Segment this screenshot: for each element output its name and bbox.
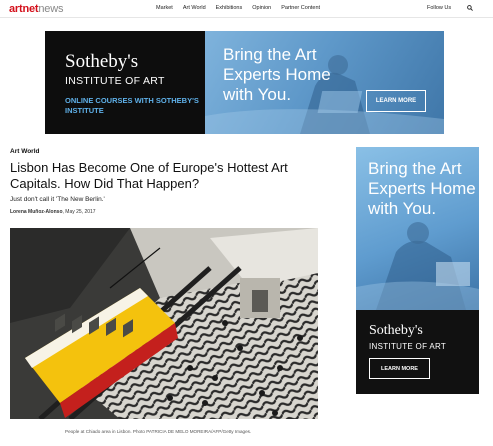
article-hero-image — [10, 228, 318, 419]
side-ad-brand-name: Sotheby's — [369, 323, 423, 338]
side-ad-learn-more-button[interactable]: LEARN MORE — [369, 358, 430, 379]
nav-item-art-world[interactable]: Art World — [183, 5, 206, 11]
nav-item-market[interactable]: Market — [156, 5, 173, 11]
nav-item-opinion[interactable]: Opinion — [252, 5, 271, 11]
lisbon-street-photo — [10, 228, 318, 419]
top-navigation-bar: artnetnews Market Art World Exhibitions … — [0, 0, 493, 18]
nav-item-exhibitions[interactable]: Exhibitions — [216, 5, 243, 11]
logo-brand: artnet — [9, 3, 39, 15]
article-byline: Lorena Muñoz-Alonso, May 25, 2017 — [10, 209, 96, 215]
article-section-label[interactable]: Art World — [10, 148, 40, 155]
search-icon[interactable] — [467, 5, 473, 11]
side-ad-photo: Bring the Art Experts Home with You. — [356, 147, 479, 310]
banner-learn-more-button[interactable]: LEARN MORE — [366, 90, 426, 112]
banner-advertisement[interactable]: Sotheby's INSTITUTE OF ART ONLINE COURSE… — [45, 31, 444, 134]
artnet-news-logo[interactable]: artnetnews — [9, 3, 63, 15]
nav-item-partner-content[interactable]: Partner Content — [281, 5, 320, 11]
article-headline: Lisbon Has Become One of Europe's Hottes… — [10, 160, 288, 191]
follow-us-link[interactable]: Follow Us — [427, 5, 451, 11]
article-dek: Just don't call it 'The New Berlin.' — [10, 196, 105, 203]
publish-date: , May 25, 2017 — [62, 209, 96, 215]
banner-tagline: ONLINE COURSES WITH SOTHEBY'S INSTITUTE — [65, 96, 199, 115]
side-ad-brand-subtitle: INSTITUTE OF ART — [369, 342, 447, 351]
side-ad-headline: Bring the Art Experts Home with You. — [368, 159, 476, 218]
banner-brand-name: Sotheby's — [65, 51, 139, 72]
banner-headline: Bring the Art Experts Home with You. — [223, 45, 331, 104]
sidebar-advertisement[interactable]: Bring the Art Experts Home with You. Sot… — [356, 147, 479, 394]
main-nav: Market Art World Exhibitions Opinion Par… — [156, 5, 330, 11]
banner-brand-panel: Sotheby's INSTITUTE OF ART ONLINE COURSE… — [45, 31, 205, 134]
banner-photo: Bring the Art Experts Home with You. LEA… — [205, 31, 444, 134]
author-name[interactable]: Lorena Muñoz-Alonso — [10, 209, 63, 215]
image-caption: People at Chiado area in Lisbon. Photo P… — [65, 429, 252, 434]
logo-section: news — [38, 3, 64, 15]
banner-brand-subtitle: INSTITUTE OF ART — [65, 75, 165, 87]
